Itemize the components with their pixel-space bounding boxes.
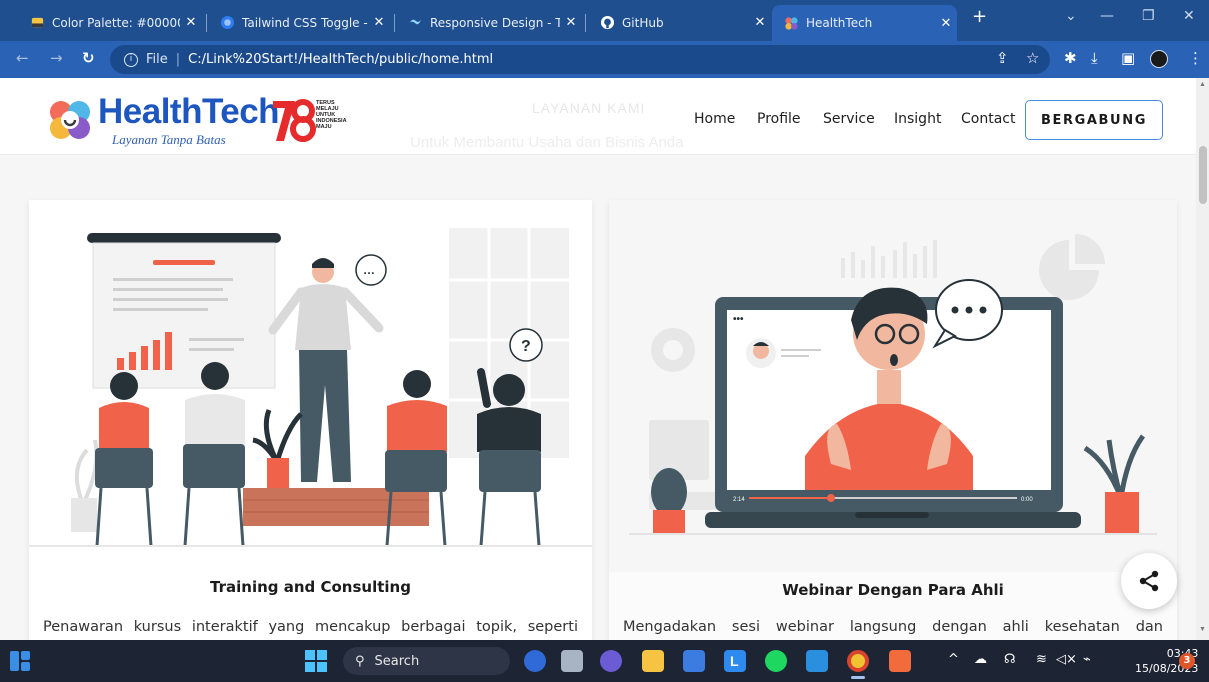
scrollbar-thumb[interactable] (1199, 146, 1207, 204)
url-text[interactable]: C:/Link%20Start!/HealthTech/public/home.… (188, 52, 493, 67)
close-icon[interactable]: ✕ (560, 15, 582, 30)
anniversary-emblem: TERUS MELAJU UNTUK INDONESIA MAJU (273, 99, 347, 142)
nav-contact[interactable]: Contact (961, 111, 1015, 127)
xampp-icon[interactable] (889, 650, 911, 672)
svg-text:TERUSMELAJUUNTUKINDONESIAMAJU: TERUS MELAJU UNTUK INDONESIA MAJU (316, 100, 347, 130)
spotify-icon[interactable] (765, 650, 787, 672)
info-icon[interactable]: i (124, 52, 138, 67)
widgets-icon[interactable] (10, 651, 30, 671)
brand-tagline: Layanan Tanpa Batas (112, 132, 226, 147)
cloud-icon[interactable]: ☁ (974, 652, 987, 667)
reload-icon[interactable]: ↻ (82, 49, 95, 67)
minimize-icon[interactable]: — (1100, 8, 1114, 24)
join-button[interactable]: BERGABUNG (1025, 100, 1163, 140)
logo-icon (50, 101, 90, 139)
brand-name: HealthTech (98, 92, 280, 131)
nav-insight[interactable]: Insight (894, 111, 941, 127)
page-viewport: LAYANAN KAMI Untuk Membantu Usaha dan Bi… (0, 78, 1196, 640)
extensions-icon[interactable]: ✱ (1064, 49, 1077, 67)
l-app-icon[interactable]: L (724, 650, 746, 672)
vscode-icon[interactable] (806, 650, 828, 672)
webinar-illustration: ••• 2:14 0:00 (609, 200, 1177, 572)
site-navbar: LAYANAN KAMI Untuk Membantu Usaha dan Bi… (0, 78, 1196, 155)
presentation-illustration: … ? (29, 200, 592, 572)
tab-github[interactable]: GitHub ✕ (588, 7, 771, 38)
back-icon[interactable]: ← (16, 49, 29, 67)
phone-link-icon[interactable]: ☊ (1004, 652, 1016, 667)
search-icon: ⚲ (355, 653, 365, 669)
page-scrollbar[interactable]: ▲ ▼ (1196, 78, 1209, 640)
download-icon[interactable]: ⤓ (1091, 49, 1098, 67)
task-view-icon[interactable] (561, 650, 583, 672)
service-card-training[interactable]: … ? Training and Consulting Penawaran ku… (29, 200, 592, 640)
window-close-icon[interactable]: ✕ (1183, 8, 1195, 24)
taskbar-search[interactable]: ⚲ Search (343, 647, 510, 675)
tab-search-icon[interactable]: ⌄ (1065, 8, 1077, 24)
tab-healthtech[interactable]: HealthTech ✕ (772, 5, 957, 41)
share-button[interactable] (1121, 553, 1177, 609)
card-description: Mengadakan sesi webinar langsung dengan … (623, 619, 1163, 635)
address-bar[interactable]: i File | C:/Link%20Start!/HealthTech/pub… (110, 45, 1050, 74)
healthtech-favicon (785, 16, 798, 30)
card-title: Training and Consulting (210, 578, 411, 596)
flowbite-favicon (220, 15, 235, 30)
notification-badge[interactable]: 3 (1179, 653, 1195, 669)
tab-tailwind-toggle[interactable]: Tailwind CSS Toggle - Flow ✕ (208, 7, 390, 38)
battery-icon[interactable]: ⌁ (1083, 652, 1091, 667)
card-description: Penawaran kursus interaktif yang mencaku… (43, 619, 578, 635)
palette-favicon (31, 17, 44, 28)
microsoft-store-icon[interactable] (683, 650, 705, 672)
svg-text:2:14: 2:14 (733, 497, 745, 503)
restore-icon[interactable]: ❐ (1142, 8, 1155, 24)
share-page-icon[interactable]: ⇪ (996, 49, 1009, 67)
profile-avatar[interactable] (1150, 50, 1168, 68)
svg-text:0:00: 0:00 (1021, 497, 1033, 503)
close-icon[interactable]: ✕ (935, 16, 957, 31)
nav-profile[interactable]: Profile (757, 111, 801, 127)
new-tab-button[interactable]: + (972, 6, 987, 27)
tab-responsive-design[interactable]: Responsive Design - Tailw ✕ (396, 7, 582, 38)
ghost-heading: LAYANAN KAMI (532, 100, 646, 116)
close-icon[interactable]: ✕ (368, 15, 390, 30)
svg-text:?: ? (521, 338, 531, 355)
ghost-subheading: Untuk Membantu Usaha dan Bisnis Anda (410, 134, 684, 151)
browser-tab-strip: Color Palette: #000000 #4 ✕ Tailwind CSS… (0, 0, 1209, 41)
card-title: Webinar Dengan Para Ahli (782, 581, 1004, 599)
svg-text:…: … (363, 263, 375, 277)
nav-service[interactable]: Service (823, 111, 875, 127)
bookmark-star-icon[interactable]: ☆ (1026, 49, 1039, 67)
wifi-icon[interactable]: ≋ (1036, 652, 1047, 667)
bing-icon[interactable] (524, 650, 546, 672)
tailwind-favicon (409, 19, 422, 25)
github-favicon (600, 15, 615, 30)
service-card-webinar[interactable]: ••• 2:14 0:00 Webinar Dengan Para Ahli M… (609, 200, 1177, 640)
close-icon[interactable]: ✕ (749, 15, 771, 30)
file-explorer-icon[interactable] (642, 650, 664, 672)
chevron-up-icon[interactable]: ^ (948, 652, 959, 667)
volume-icon[interactable]: ◁× (1056, 652, 1077, 667)
side-panel-icon[interactable]: ▣ (1121, 49, 1135, 67)
menu-dots-icon[interactable]: ⋮ (1188, 49, 1203, 67)
nav-home[interactable]: Home (694, 111, 735, 127)
chrome-icon[interactable] (847, 650, 869, 672)
start-icon[interactable] (305, 650, 327, 672)
windows-taskbar: ⚲ Search L ^ ☁ ☊ ≋ ◁× ⌁ 03:43 15/08/2023… (0, 640, 1209, 682)
close-icon[interactable]: ✕ (180, 15, 202, 30)
forward-icon[interactable]: → (50, 49, 63, 67)
svg-text:•••: ••• (733, 314, 744, 325)
share-icon (1139, 570, 1159, 592)
teams-chat-icon[interactable] (600, 650, 622, 672)
tab-color-palette[interactable]: Color Palette: #000000 #4 ✕ (18, 7, 202, 38)
